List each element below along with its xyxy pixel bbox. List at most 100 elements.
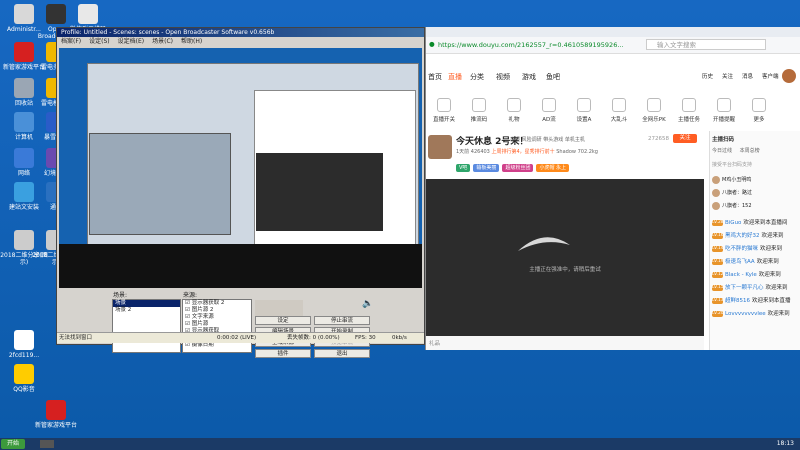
nav-video[interactable]: 视频	[496, 72, 510, 82]
chat-text: 欢迎来到	[761, 233, 784, 239]
anchor-tool-item[interactable]: 直播开关	[428, 95, 460, 123]
gift-label: 礼品	[429, 341, 441, 347]
meta-item[interactable]: 风险调研	[522, 137, 542, 143]
obs-menu-scenes[interactable]: 场景(C)	[152, 37, 173, 46]
tab-anchor-scan[interactable]: 主播扫码	[712, 137, 734, 143]
header-follow[interactable]: 关注	[722, 72, 733, 80]
speaker-icon[interactable]: 🔈	[362, 299, 373, 309]
room-tag[interactable]: 输板美丽	[473, 164, 500, 172]
chat-username[interactable]: 放下一颗平凡心	[725, 285, 764, 291]
obs-menu-profile[interactable]: 设定档(E)	[118, 37, 144, 46]
source-checkbox[interactable]: ☑	[185, 314, 192, 320]
nav-home[interactable]: 首页	[428, 72, 442, 82]
source-item[interactable]: ☑ 摄像日期	[183, 342, 251, 349]
stop-stream-button[interactable]: 停止串流	[314, 316, 370, 325]
top-fan-item[interactable]: M鸡小丑明鸣	[712, 175, 751, 186]
nav-yuba[interactable]: 鱼吧	[546, 72, 560, 82]
chat-username[interactable]: BiGuo	[725, 220, 741, 226]
tool-label: 全网乐PK	[642, 117, 666, 123]
tab-week[interactable]: 本周总榜	[740, 148, 760, 154]
fan-avatar	[712, 175, 720, 184]
url-field[interactable]: https://www.douyu.com/2162557_r=0.461058…	[438, 40, 624, 50]
anchor-tool-item[interactable]: 更多	[743, 95, 775, 123]
anchor-tool-item[interactable]: 主播任务	[673, 95, 705, 123]
obs-title-bar[interactable]: Profile: Untitled - Scenes: scenes - Ope…	[57, 28, 424, 37]
tab-today[interactable]: 今日过线	[712, 148, 732, 154]
lock-icon: ●	[429, 40, 435, 48]
desktop-app-icon	[14, 330, 34, 350]
scene-item[interactable]: 场景	[113, 300, 180, 307]
source-checkbox[interactable]: ☑	[185, 321, 192, 327]
level-badge: LV.14	[712, 245, 724, 252]
anchor-tool-item[interactable]: 开播提醒	[708, 95, 740, 123]
video-player[interactable]: 主播正在强准中，请稍后重试	[426, 179, 704, 336]
chat-username[interactable]: 吃不胖的猫咪	[725, 246, 758, 252]
obs-menu-help[interactable]: 帮助(H)	[181, 37, 202, 46]
tool-icon	[717, 98, 731, 112]
meta-item[interactable]: 单机主机	[565, 137, 585, 143]
meta-item[interactable]: 带头游戏	[543, 137, 563, 143]
top-fan-item[interactable]: 八旗者：路过	[712, 188, 752, 199]
chat-username[interactable]: 黑鸡大的好32	[725, 233, 760, 239]
room-tag[interactable]: 超级粉丝团	[502, 164, 534, 172]
anchor-tool-item[interactable]: 推流码	[463, 95, 495, 123]
browser-search-input[interactable]: 输入文字搜索	[646, 39, 766, 50]
desktop-icon[interactable]: QQ影音	[0, 364, 50, 393]
room-header: 今天休息 2号来！ 举报 风险调研 带头游戏 单机主机 272658 关注 1天…	[426, 131, 704, 179]
browser-window: ● https://www.douyu.com/2162557_r=0.4610…	[425, 27, 800, 350]
source-item[interactable]: ☑ 文字来源	[183, 314, 251, 321]
header-client[interactable]: 客户端	[762, 72, 779, 80]
exit-button[interactable]: 退出	[314, 349, 370, 358]
obs-menu-settings[interactable]: 设定(S)	[89, 37, 110, 46]
room-tag[interactable]: 小虎帽 永上	[536, 164, 570, 172]
top-fan-item[interactable]: 八旗者：152	[712, 201, 752, 212]
anchor-tool-item[interactable]: 大乱斗	[603, 95, 635, 123]
desktop-icon[interactable]: 2fcd119...	[0, 330, 50, 359]
taskbar: 开始 18:13	[0, 438, 800, 450]
source-checkbox[interactable]: ☑	[185, 300, 192, 306]
taskbar-app-obs[interactable]	[40, 440, 54, 448]
douyu-watermark-icon	[518, 237, 570, 251]
header-messages[interactable]: 消息	[742, 72, 753, 80]
nav-games[interactable]: 游戏	[522, 72, 536, 82]
report-link[interactable]: 举报	[510, 137, 520, 143]
user-avatar[interactable]	[782, 69, 796, 83]
room-tag[interactable]: V吧	[456, 164, 471, 172]
source-item[interactable]: ☑ 显示器获取 2	[183, 300, 251, 307]
anchor-avatar[interactable]	[428, 135, 452, 159]
follow-button[interactable]: 关注	[673, 134, 697, 143]
scenes-list[interactable]: 场景 场景 2	[112, 299, 181, 353]
tray-clock: 18:13	[776, 440, 794, 447]
anchor-tool-item[interactable]: 设置A	[568, 95, 600, 123]
chat-username[interactable]: 超鲜8516	[725, 298, 750, 304]
scenes-label: 场景:	[113, 292, 128, 299]
tool-icon	[472, 98, 486, 112]
chat-message: LV.28BiGuo 欢迎来到本直播间	[712, 219, 800, 228]
anchor-tool-item[interactable]: 礼物	[498, 95, 530, 123]
anchor-tool-item[interactable]: AD流	[533, 95, 565, 123]
chat-username[interactable]: Black - Kyle	[725, 272, 757, 278]
settings-button[interactable]: 设定	[255, 316, 311, 325]
source-item[interactable]: ☑ 图片源	[183, 321, 251, 328]
source-checkbox[interactable]: ☑	[185, 307, 192, 313]
sources-list[interactable]: ☑ 显示器获取 2☑ 图片源 2☑ 文字来源☑ 图片源☑ 显示器获取☑ 视频☑ …	[182, 299, 252, 353]
start-button[interactable]: 开始	[1, 439, 25, 449]
scene-item[interactable]: 场景 2	[113, 307, 180, 314]
chat-username[interactable]: Lovvvvvvvvlee	[725, 311, 766, 317]
tool-icon	[682, 98, 696, 112]
room-tags: V吧 输板美丽 超级粉丝团 小虎帽 永上	[456, 162, 572, 172]
chat-message: LV.12Black - Kyle 欢迎来到	[712, 271, 800, 280]
chat-text: 欢迎来到本直播	[752, 298, 791, 304]
chat-username[interactable]: 极速鸟飞AA	[725, 259, 755, 265]
chat-message: LV.15放下一颗平凡心 欢迎来到	[712, 284, 800, 293]
obs-menu-file[interactable]: 档案(F)	[61, 37, 81, 46]
plugins-button[interactable]: 插件	[255, 349, 311, 358]
header-history[interactable]: 历史	[702, 72, 713, 80]
nav-category[interactable]: 分类	[470, 72, 484, 82]
browser-tab-bar[interactable]	[426, 27, 800, 37]
desktop-icon[interactable]: 新管家游戏平台	[30, 400, 82, 429]
preview-black-area	[59, 244, 422, 288]
anchor-tool-item[interactable]: 全网乐PK	[638, 95, 670, 123]
source-item[interactable]: ☑ 图片源 2	[183, 307, 251, 314]
nav-live[interactable]: 直播	[448, 72, 462, 82]
